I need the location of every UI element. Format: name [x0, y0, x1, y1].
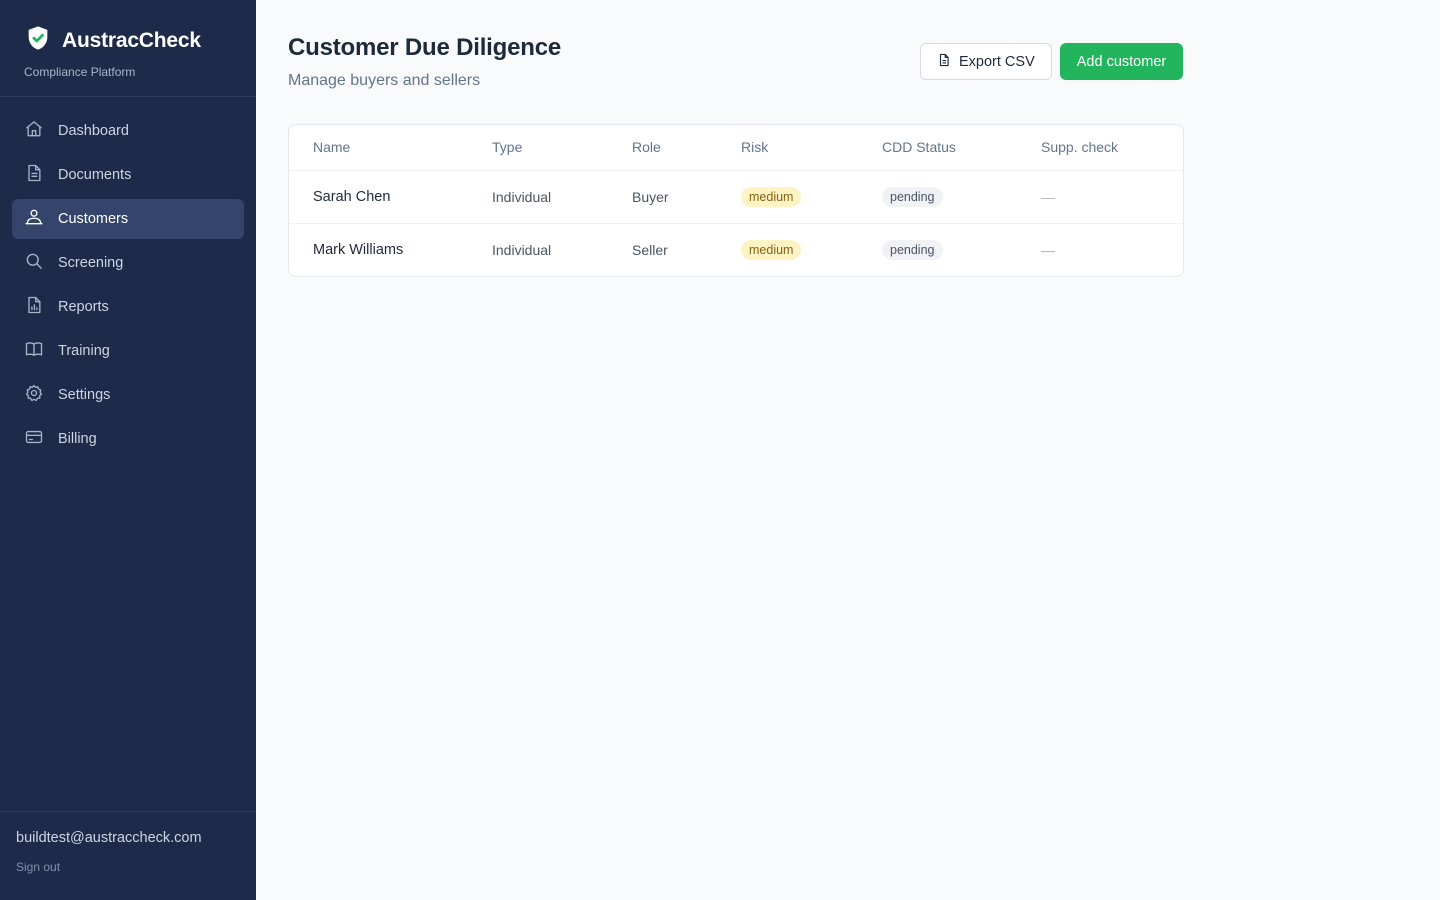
column-header-role[interactable]: Role [632, 125, 741, 171]
page-header: Customer Due Diligence Manage buyers and… [288, 34, 561, 90]
customer-name[interactable]: Mark Williams [289, 223, 492, 276]
risk-badge: medium [741, 186, 802, 207]
table-row[interactable]: Sarah Chen Individual Buyer medium pendi… [289, 170, 1183, 224]
status-cell: pending [882, 170, 1041, 224]
document-icon [24, 163, 44, 187]
column-header-name[interactable]: Name [289, 125, 492, 171]
export-csv-button[interactable]: Export CSV [920, 43, 1052, 80]
brand-subtitle: Compliance Platform [24, 65, 136, 79]
page-title: Customer Due Diligence [288, 34, 561, 61]
sidebar-item-billing[interactable]: Billing [12, 419, 244, 459]
customer-type: Individual [492, 241, 552, 258]
report-icon [24, 295, 44, 319]
sidebar-item-documents[interactable]: Documents [12, 155, 244, 195]
page-subtitle: Manage buyers and sellers [288, 72, 481, 89]
customers-table: Name Type Role Risk CDD Status Supp. che… [289, 125, 1183, 276]
main-content: Customer Due Diligence Manage buyers and… [256, 0, 1440, 900]
sidebar-item-label: Screening [58, 255, 124, 271]
page-actions: Export CSV Add customer [920, 43, 1184, 80]
column-header-cdd-status[interactable]: CDD Status [882, 125, 1041, 171]
customers-table-card: Name Type Role Risk CDD Status Supp. che… [288, 124, 1184, 277]
add-customer-label: Add customer [1076, 53, 1167, 70]
column-header-type[interactable]: Type [492, 125, 632, 171]
sidebar-item-screening[interactable]: Screening [12, 243, 244, 283]
column-header-supp-check[interactable]: Supp. check [1041, 125, 1183, 171]
user-email: buildtest@austraccheck.com [16, 830, 202, 846]
risk-cell: medium [741, 223, 882, 276]
brand-name: AustracCheck [62, 28, 201, 52]
brand: AustracCheck Compliance Platform [0, 0, 256, 97]
sidebar-item-training[interactable]: Training [12, 331, 244, 371]
status-badge: pending [882, 186, 943, 207]
status-badge: pending [882, 239, 943, 260]
sidebar-item-settings[interactable]: Settings [12, 375, 244, 415]
risk-cell: medium [741, 170, 882, 224]
home-icon [24, 119, 44, 143]
sidebar-item-customers[interactable]: Customers [12, 199, 244, 239]
customers-icon [24, 207, 44, 231]
table-header-row: Name Type Role Risk CDD Status Supp. che… [289, 125, 1183, 171]
export-csv-label: Export CSV [959, 53, 1035, 70]
risk-badge: medium [741, 239, 802, 260]
supp-check-value: — [1041, 170, 1183, 224]
status-cell: pending [882, 223, 1041, 276]
gear-icon [24, 383, 44, 407]
table-row[interactable]: Mark Williams Individual Seller medium p… [289, 223, 1183, 276]
shield-check-icon [24, 24, 52, 57]
sidebar-item-dashboard[interactable]: Dashboard [12, 111, 244, 151]
sidebar-item-label: Documents [58, 167, 132, 183]
sidebar-item-label: Billing [58, 431, 97, 447]
sidebar-item-label: Dashboard [58, 123, 129, 139]
search-icon [24, 251, 44, 275]
customer-role: Buyer [632, 170, 741, 224]
sidebar-item-label: Reports [58, 299, 109, 315]
credit-card-icon [24, 427, 44, 451]
sidebar-item-label: Training [58, 343, 110, 359]
book-icon [24, 339, 44, 363]
add-customer-button[interactable]: Add customer [1059, 43, 1184, 80]
sidebar: AustracCheck Compliance Platform Dashboa… [0, 0, 256, 900]
sign-out-link[interactable]: Sign out [16, 860, 240, 874]
sidebar-item-label: Settings [58, 387, 111, 403]
customer-name[interactable]: Sarah Chen [289, 170, 492, 224]
supp-check-value: — [1041, 241, 1055, 258]
sidebar-item-label: Customers [58, 211, 129, 227]
sidebar-footer: buildtest@austraccheck.com Sign out [0, 811, 256, 900]
customer-role: Seller [632, 241, 668, 258]
customer-type: Individual [492, 170, 632, 224]
sidebar-item-reports[interactable]: Reports [12, 287, 244, 327]
column-header-risk[interactable]: Risk [741, 125, 882, 171]
sidebar-nav: Dashboard Documents Customers Screening … [0, 97, 256, 459]
file-icon [937, 53, 951, 71]
